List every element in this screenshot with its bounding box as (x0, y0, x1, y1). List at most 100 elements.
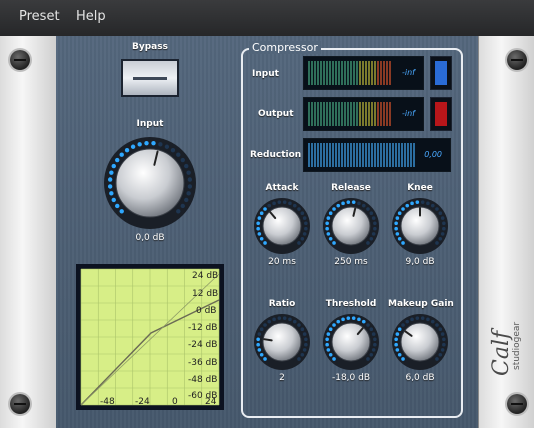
knob-led (277, 200, 282, 204)
knob-led (277, 316, 282, 320)
knob-led (256, 342, 260, 347)
graph-xtick: -48 (100, 397, 115, 407)
meter-segment (335, 143, 337, 167)
menu-preset[interactable]: Preset (19, 9, 60, 24)
meter-segment (410, 143, 412, 167)
meter-segment (383, 102, 385, 126)
meter-segment (350, 102, 352, 126)
knob-led (395, 216, 400, 220)
knob-led (415, 200, 420, 204)
knob-led (326, 232, 331, 236)
meter-segment (317, 143, 319, 167)
rack-ear-left (0, 36, 57, 428)
knob-led (297, 357, 301, 361)
knob-led (304, 342, 308, 347)
knob-led (420, 200, 425, 204)
knob-led (369, 211, 374, 216)
knob-led (297, 241, 301, 245)
meter-segment (350, 143, 352, 167)
release-knob[interactable] (319, 196, 383, 256)
makeup-gain-knob[interactable] (388, 312, 452, 372)
knob-led (328, 236, 333, 241)
meter-segment (329, 102, 331, 126)
meter-segment (314, 102, 316, 126)
knob-led (288, 201, 292, 206)
meter-segment (353, 61, 355, 85)
knob-led (371, 348, 376, 352)
knee-label: Knee (407, 183, 433, 193)
knee-knob[interactable] (388, 196, 452, 256)
graph-ytick: 12 dB (192, 289, 219, 299)
knob-led (186, 191, 191, 196)
knob-led (442, 342, 446, 347)
knob-led (256, 221, 260, 226)
knob-led (267, 203, 272, 208)
knob-led (170, 148, 176, 153)
screw-icon (507, 50, 527, 70)
knob-led (426, 317, 430, 322)
knob-led (401, 207, 405, 211)
attack-knob[interactable] (250, 196, 314, 256)
knob-led (302, 332, 307, 336)
knob-led (292, 203, 297, 208)
menu-help[interactable]: Help (76, 9, 106, 24)
knob-led (180, 157, 185, 163)
knob-led (361, 319, 366, 324)
knob-led (351, 200, 356, 204)
meter-segment (332, 61, 334, 85)
meter-segment (359, 102, 361, 126)
knob-led (176, 152, 181, 157)
knob-led (366, 357, 370, 361)
knob-led (442, 337, 446, 342)
ratio-label: Ratio (268, 299, 296, 309)
meter-segment (335, 102, 337, 126)
graph-ytick: -48 dB (188, 375, 218, 385)
knob-led (373, 342, 377, 347)
meter-segment (401, 143, 403, 167)
meter-segment (353, 102, 355, 126)
meter-segment (395, 143, 397, 167)
knob-led (272, 201, 276, 206)
knob-led (107, 184, 113, 189)
meter-segment (338, 143, 340, 167)
knob-led (115, 157, 120, 163)
bypass-button[interactable] (121, 59, 179, 97)
graph-xtick: -24 (135, 397, 150, 407)
knob-led (332, 357, 336, 361)
meter-segment (407, 143, 409, 167)
meter-segment (308, 143, 310, 167)
meter-segment (383, 143, 385, 167)
knob-led (373, 221, 377, 226)
svg-text:studiogear: studiogear (512, 322, 522, 370)
menu-bar: Preset Help (0, 0, 534, 37)
knob-led (401, 357, 405, 361)
meter-segment (377, 61, 379, 85)
input-knob[interactable] (99, 135, 201, 231)
meter-segment (311, 102, 313, 126)
knob-led (346, 200, 351, 204)
knob-led (328, 211, 333, 216)
knob-led (430, 203, 435, 208)
meter-segment (344, 61, 346, 85)
knob-led (440, 332, 445, 336)
knob-led (332, 323, 336, 327)
knob-led (325, 221, 329, 226)
knob-led (184, 163, 189, 169)
meter-segment (413, 143, 415, 167)
knee-value: 9,0 dB (405, 257, 435, 267)
knob-led (346, 316, 351, 320)
graph-ytick: 0 dB (196, 306, 217, 316)
knob-led (438, 236, 443, 241)
threshold-knob[interactable] (319, 312, 383, 372)
knob-led (302, 348, 307, 352)
graph-ytick: -12 dB (188, 323, 218, 333)
meter-segment (359, 61, 361, 85)
knob-led (435, 357, 439, 361)
meter-segment (320, 102, 322, 126)
knob-led (442, 226, 446, 231)
knob-led (300, 211, 305, 216)
meter-segment (389, 102, 391, 126)
meter-segment (374, 61, 376, 85)
meter-output-label: Output (258, 109, 294, 119)
ratio-knob[interactable] (250, 312, 314, 372)
